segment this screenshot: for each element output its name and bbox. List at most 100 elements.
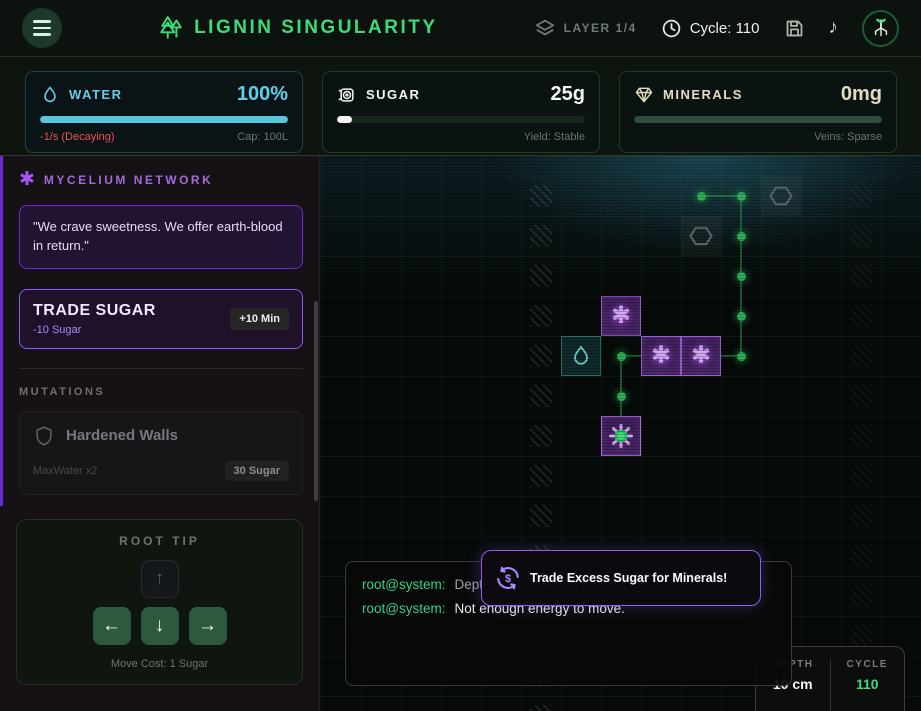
sidebar-scrollbar-thumb[interactable] bbox=[314, 301, 318, 501]
resource-bar: WATER 100% -1/s (Decaying) Cap: 100L SUG… bbox=[0, 57, 921, 155]
trade-toast: $ Trade Excess Sugar for Minerals! bbox=[481, 550, 761, 606]
rock-tile bbox=[530, 185, 552, 207]
sidebar-scroll-region: ✱ MYCELIUM NETWORK "We crave sweetness. … bbox=[0, 156, 319, 506]
root-path-segment bbox=[700, 195, 742, 197]
rock-tile bbox=[530, 465, 552, 487]
layers-icon bbox=[534, 17, 556, 39]
root-path-node bbox=[736, 311, 746, 321]
hamburger-line bbox=[33, 20, 51, 23]
move-up-button[interactable]: ↑ bbox=[140, 560, 179, 598]
console-prompt: root@system: bbox=[362, 577, 446, 592]
move-cost-note: Move Cost: 1 Sugar bbox=[110, 658, 209, 670]
root-path-node bbox=[736, 271, 746, 281]
move-left-button[interactable]: ← bbox=[92, 607, 131, 645]
mycelium-asterisk-icon: ✱ bbox=[690, 342, 712, 369]
game-board[interactable]: root@system:Depth 1: The Humus Layer...r… bbox=[320, 156, 921, 711]
rock-tile bbox=[850, 465, 872, 487]
root-path-node bbox=[616, 351, 626, 361]
rock-tile bbox=[530, 265, 552, 287]
rock-tile bbox=[850, 345, 872, 367]
rock-tile bbox=[850, 185, 872, 207]
minerals-label: MINERALS bbox=[663, 87, 743, 102]
cycle-indicator: Cycle: 110 bbox=[661, 18, 760, 39]
root-tip-tile[interactable] bbox=[601, 416, 641, 456]
sugar-value: 25g bbox=[550, 83, 585, 105]
mineral-hex-node[interactable] bbox=[681, 216, 721, 256]
rock-tile bbox=[530, 345, 552, 367]
droplet-icon bbox=[574, 345, 588, 365]
rock-tile bbox=[850, 625, 872, 647]
hamburger-line bbox=[33, 33, 51, 36]
candy-icon bbox=[337, 85, 357, 105]
root-path-node bbox=[736, 191, 746, 201]
toast-message: Trade Excess Sugar for Minerals! bbox=[530, 571, 728, 585]
root-path-node bbox=[736, 231, 746, 241]
app-header: LIGNIN SINGULARITY LAYER 1/4 Cycle: 110 bbox=[0, 0, 921, 57]
water-progress-bar bbox=[40, 116, 288, 123]
mutation-name: Hardened Walls bbox=[66, 427, 178, 445]
root-tip-panel: ROOT TIP ↑ ← ↓ → Move Cost: 1 Sugar bbox=[16, 519, 303, 685]
root-path-node bbox=[736, 351, 746, 361]
rock-tile bbox=[850, 545, 872, 567]
sidebar: ✱ MYCELIUM NETWORK "We crave sweetness. … bbox=[0, 156, 320, 711]
trees-logo-icon bbox=[158, 15, 184, 41]
sugar-resource-card: SUGAR 25g Yield: Stable bbox=[322, 71, 600, 153]
trade-cycle-dollar-icon: $ bbox=[495, 565, 521, 591]
rock-tile bbox=[530, 225, 552, 247]
rock-tile bbox=[850, 225, 872, 247]
mycelium-asterisk-icon: ✱ bbox=[650, 342, 672, 369]
gem-icon bbox=[634, 85, 654, 105]
humus-layer-glow bbox=[320, 156, 921, 316]
minerals-progress-bar bbox=[634, 116, 882, 123]
root-path-node bbox=[696, 191, 706, 201]
sugar-progress-fill bbox=[337, 116, 352, 123]
sugar-yield-note: Yield: Stable bbox=[523, 131, 585, 143]
water-pocket-tile[interactable] bbox=[561, 336, 601, 376]
minerals-value: 0mg bbox=[840, 83, 882, 105]
cycle-stat-value: 110 bbox=[855, 676, 879, 692]
move-down-button[interactable]: ↓ bbox=[140, 607, 179, 645]
mutation-hardened-walls-button[interactable]: Hardened Walls MaxWater x2 30 Sugar bbox=[19, 410, 303, 495]
sugar-label: SUGAR bbox=[366, 87, 421, 102]
water-progress-fill bbox=[40, 116, 288, 123]
clock-icon bbox=[661, 18, 682, 39]
trade-sugar-title: TRADE SUGAR bbox=[33, 301, 156, 319]
rock-tile bbox=[530, 425, 552, 447]
cycle-stat-label: CYCLE bbox=[846, 659, 888, 670]
mutation-effect: MaxWater x2 bbox=[33, 464, 98, 477]
cycle-label: Cycle: bbox=[689, 19, 732, 37]
hexagon-icon bbox=[769, 186, 793, 206]
page-title: LIGNIN SINGULARITY bbox=[194, 17, 438, 38]
cycle-value: 110 bbox=[735, 19, 760, 37]
water-value: 100% bbox=[236, 83, 288, 105]
mycelium-tile[interactable]: ✱ bbox=[601, 296, 641, 336]
avatar[interactable] bbox=[862, 9, 899, 47]
music-toggle-button[interactable]: ♪ bbox=[829, 17, 839, 39]
rock-tile bbox=[850, 265, 872, 287]
mineral-hex-node[interactable] bbox=[761, 176, 801, 216]
title-group: LIGNIN SINGULARITY bbox=[62, 15, 534, 41]
water-cap-note: Cap: 100L bbox=[237, 131, 288, 143]
droplet-icon bbox=[40, 85, 60, 105]
mycelium-tile[interactable]: ✱ bbox=[681, 336, 721, 376]
hamburger-line bbox=[33, 26, 51, 30]
header-controls: LAYER 1/4 Cycle: 110 ♪ bbox=[534, 9, 899, 47]
mycelium-tile[interactable]: ✱ bbox=[641, 336, 681, 376]
rock-tile bbox=[530, 385, 552, 407]
trade-sugar-button[interactable]: TRADE SUGAR -10 Sugar +10 Min bbox=[19, 288, 303, 349]
rock-tile bbox=[850, 505, 872, 527]
hamburger-menu-button[interactable] bbox=[22, 8, 62, 48]
root-path-node bbox=[616, 391, 626, 401]
mycelium-network-header: ✱ MYCELIUM NETWORK bbox=[19, 170, 303, 189]
divider bbox=[19, 367, 303, 369]
move-right-button[interactable]: → bbox=[188, 607, 227, 645]
console-prompt: root@system: bbox=[362, 601, 446, 616]
mycelium-asterisk-icon: ✱ bbox=[610, 302, 632, 329]
save-button[interactable] bbox=[784, 18, 805, 39]
trade-sugar-reward-badge: +10 Min bbox=[230, 307, 289, 330]
hexagon-icon bbox=[689, 226, 713, 246]
mutations-title: MUTATIONS bbox=[19, 385, 106, 398]
layer-label: LAYER 1/4 bbox=[563, 21, 637, 35]
sugar-progress-bar bbox=[337, 116, 585, 123]
water-decay-note: -1/s (Decaying) bbox=[40, 131, 115, 143]
